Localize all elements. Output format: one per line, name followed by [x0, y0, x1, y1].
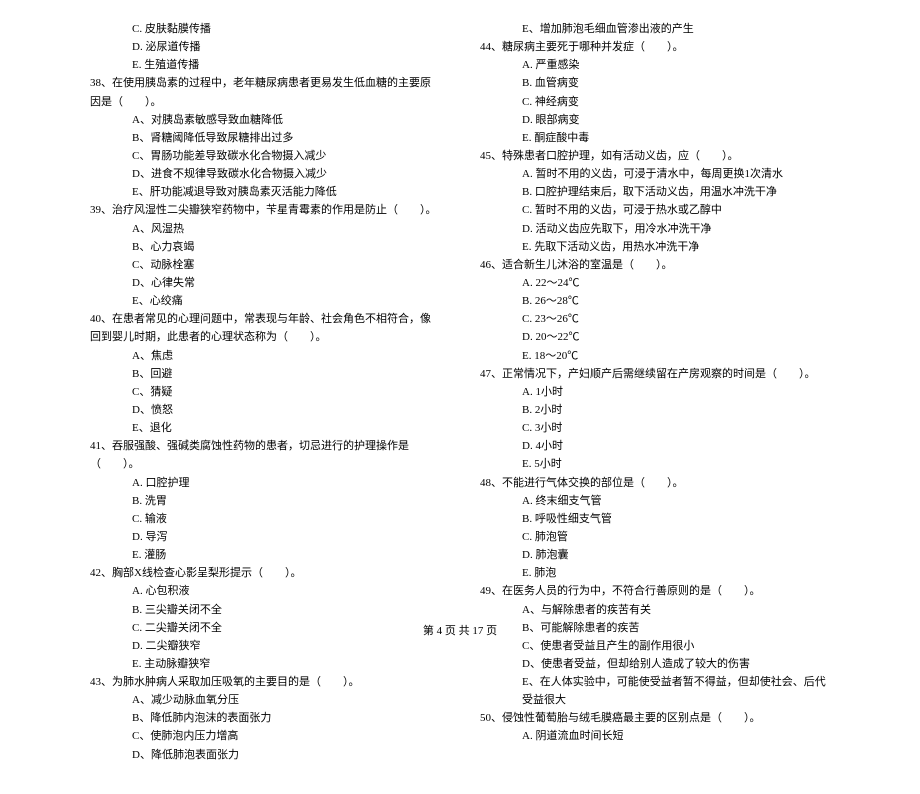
option-text: C. 输液 — [90, 510, 440, 528]
option-text: D. 泌尿道传播 — [90, 38, 440, 56]
option-text: D、心律失常 — [90, 274, 440, 292]
option-text: A. 阴道流血时间长短 — [480, 727, 830, 745]
option-text: A、对胰岛素敏感导致血糖降低 — [90, 111, 440, 129]
option-text: C. 23～26℃ — [480, 310, 830, 328]
question-stem: 39、治疗风湿性二尖瓣狭窄药物中，苄星青霉素的作用是防止（ ）。 — [90, 201, 440, 219]
option-text: A. 22～24℃ — [480, 274, 830, 292]
option-text: E、增加肺泡毛细血管渗出液的产生 — [480, 20, 830, 38]
option-text: E. 5小时 — [480, 455, 830, 473]
question-stem: 38、在使用胰岛素的过程中，老年糖尿病患者更易发生低血糖的主要原因是（ ）。 — [90, 74, 440, 110]
question-stem: 46、适合新生儿沐浴的室温是（ ）。 — [480, 256, 830, 274]
question-stem: 43、为肺水肿病人采取加压吸氧的主要目的是（ ）。 — [90, 673, 440, 691]
option-text: E. 酮症酸中毒 — [480, 129, 830, 147]
option-text: E. 肺泡 — [480, 564, 830, 582]
option-text: B、心力哀竭 — [90, 238, 440, 256]
option-text: A、风湿热 — [90, 220, 440, 238]
option-text: B. 三尖瓣关闭不全 — [90, 601, 440, 619]
option-text: C. 皮肤黏膜传播 — [90, 20, 440, 38]
question-stem: 40、在患者常见的心理问题中，常表现与年龄、社会角色不相符合，像回到婴儿时期，此… — [90, 310, 440, 346]
option-text: E. 主动脉瓣狭窄 — [90, 655, 440, 673]
option-text: C. 3小时 — [480, 419, 830, 437]
option-text: E、肝功能减退导致对胰岛素灭活能力降低 — [90, 183, 440, 201]
option-text: A. 终末细支气管 — [480, 492, 830, 510]
option-text: D. 眼部病变 — [480, 111, 830, 129]
option-text: A、焦虑 — [90, 347, 440, 365]
option-text: B. 洗胃 — [90, 492, 440, 510]
option-text: A. 心包积液 — [90, 582, 440, 600]
option-text: E. 灌肠 — [90, 546, 440, 564]
question-stem: 47、正常情况下，产妇顺产后需继续留在产房观察的时间是（ ）。 — [480, 365, 830, 383]
option-text: B. 2小时 — [480, 401, 830, 419]
option-text: B. 口腔护理结束后，取下活动义齿，用温水冲洗干净 — [480, 183, 830, 201]
option-text: B. 26～28℃ — [480, 292, 830, 310]
option-text: E、心绞痛 — [90, 292, 440, 310]
question-stem: 45、特殊患者口腔护理，如有活动义齿，应（ ）。 — [480, 147, 830, 165]
option-text: B、回避 — [90, 365, 440, 383]
option-text: D、使患者受益，但却给别人造成了较大的伤害 — [480, 655, 830, 673]
page-footer: 第 4 页 共 17 页 — [0, 622, 920, 638]
option-text: D. 导泻 — [90, 528, 440, 546]
option-text: C、胃肠功能差导致碳水化合物摄入减少 — [90, 147, 440, 165]
option-text: C、使肺泡内压力增高 — [90, 727, 440, 745]
option-text: C. 神经病变 — [480, 93, 830, 111]
option-text: E. 18～20℃ — [480, 347, 830, 365]
option-text: B. 血管病变 — [480, 74, 830, 92]
option-text: E. 生殖道传播 — [90, 56, 440, 74]
option-text: D. 4小时 — [480, 437, 830, 455]
option-text: D、降低肺泡表面张力 — [90, 746, 440, 764]
option-text: D、愤怒 — [90, 401, 440, 419]
option-text: C、猜疑 — [90, 383, 440, 401]
option-text: C、动脉栓塞 — [90, 256, 440, 274]
question-stem: 42、胸部X线检查心影呈梨形提示（ ）。 — [90, 564, 440, 582]
option-text: A. 1小时 — [480, 383, 830, 401]
right-column: E、增加肺泡毛细血管渗出液的产生 44、糖尿病主要死于哪种并发症（ ）。 A. … — [480, 20, 830, 764]
option-text: C、使患者受益且产生的副作用很小 — [480, 637, 830, 655]
question-stem: 48、不能进行气体交换的部位是（ ）。 — [480, 474, 830, 492]
option-text: A、减少动脉血氧分压 — [90, 691, 440, 709]
question-stem: 44、糖尿病主要死于哪种并发症（ ）。 — [480, 38, 830, 56]
option-text: D. 二尖瓣狭窄 — [90, 637, 440, 655]
option-text: D. 活动义齿应先取下，用冷水冲洗干净 — [480, 220, 830, 238]
option-text: A. 严重感染 — [480, 56, 830, 74]
option-text: B、肾糖阈降低导致尿糖排出过多 — [90, 129, 440, 147]
option-text: E. 先取下活动义齿，用热水冲洗干净 — [480, 238, 830, 256]
left-column: C. 皮肤黏膜传播 D. 泌尿道传播 E. 生殖道传播 38、在使用胰岛素的过程… — [90, 20, 440, 764]
option-text: A. 口腔护理 — [90, 474, 440, 492]
option-text: E、在人体实验中，可能使受益者暂不得益，但却使社会、后代受益很大 — [480, 673, 830, 709]
question-stem: 49、在医务人员的行为中，不符合行善原则的是（ ）。 — [480, 582, 830, 600]
page-content: C. 皮肤黏膜传播 D. 泌尿道传播 E. 生殖道传播 38、在使用胰岛素的过程… — [0, 0, 920, 794]
option-text: B. 呼吸性细支气管 — [480, 510, 830, 528]
option-text: D. 肺泡囊 — [480, 546, 830, 564]
option-text: C. 肺泡管 — [480, 528, 830, 546]
option-text: D、进食不规律导致碳水化合物摄入减少 — [90, 165, 440, 183]
option-text: A. 暂时不用的义齿，可浸于清水中，每周更换1次清水 — [480, 165, 830, 183]
option-text: C. 暂时不用的义齿，可浸于热水或乙醇中 — [480, 201, 830, 219]
option-text: B、降低肺内泡沫的表面张力 — [90, 709, 440, 727]
option-text: D. 20～22℃ — [480, 328, 830, 346]
option-text: A、与解除患者的疾苦有关 — [480, 601, 830, 619]
question-stem: 41、吞服强酸、强碱类腐蚀性药物的患者，切忌进行的护理操作是（ ）。 — [90, 437, 440, 473]
question-stem: 50、侵蚀性葡萄胎与绒毛膜癌最主要的区别点是（ ）。 — [480, 709, 830, 727]
option-text: E、退化 — [90, 419, 440, 437]
